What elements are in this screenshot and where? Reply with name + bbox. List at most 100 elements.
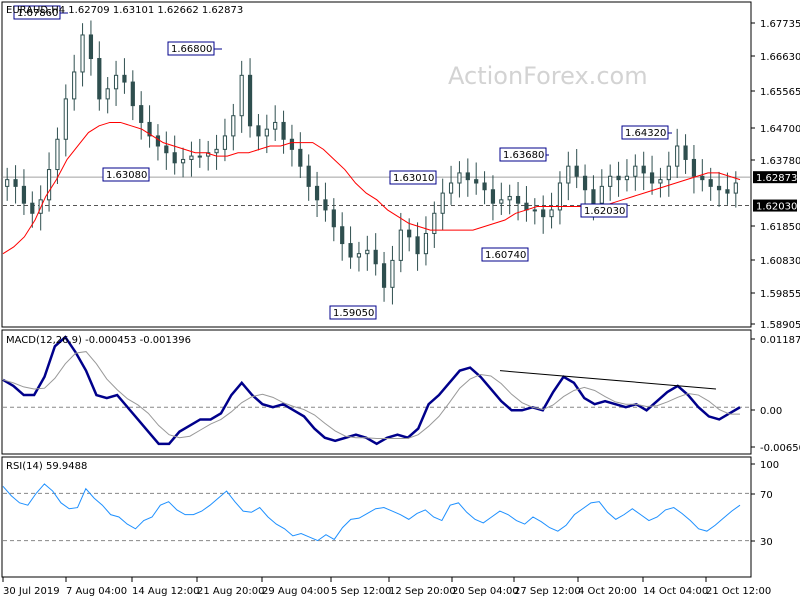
candle-body [666, 165, 671, 181]
swing-label-text: 1.63010 [393, 173, 434, 184]
candle-body [515, 195, 521, 204]
candle-body [490, 189, 496, 204]
candle-body [407, 229, 412, 238]
candle-body [21, 185, 27, 204]
candle-body [549, 209, 554, 218]
candle-body [457, 172, 462, 184]
candle-body [214, 148, 219, 154]
candle-body [314, 185, 320, 201]
candle-body [390, 259, 395, 288]
candle-body [415, 236, 420, 255]
candle-body [566, 165, 571, 184]
candle-body [5, 179, 10, 187]
swing-label: 1.62030 [580, 203, 628, 218]
rsi-tick-label: 70 [760, 490, 773, 501]
x-tick-label: 14 Aug 12:00 [132, 586, 199, 597]
swing-label-text: 1.63080 [106, 170, 147, 181]
candle-body [222, 135, 228, 150]
rsi-line [2, 483, 741, 542]
candle-body [189, 155, 194, 160]
price-tick-label: 1.65565 [760, 87, 800, 98]
candle-body [465, 172, 470, 181]
candle-body [256, 125, 261, 137]
x-tick-label: 12 Sep 20:00 [389, 586, 456, 597]
x-tick-label: 14 Oct 04:00 [643, 586, 708, 597]
candle-body [683, 145, 688, 160]
candle-body [532, 209, 537, 212]
candle-body [356, 253, 362, 258]
swing-label: 1.64320 [621, 125, 669, 140]
candle-body [122, 74, 127, 83]
macd-layer [2, 335, 750, 446]
x-tick-label: 21 Aug 20:00 [197, 586, 264, 597]
candle-body [423, 232, 429, 255]
swing-label-text: 1.66800 [171, 44, 212, 55]
price-layer: 1.678601.668001.630801.590501.630101.607… [2, 5, 750, 320]
candle-body [323, 199, 328, 211]
x-tick-label: 29 Aug 04:00 [262, 586, 329, 597]
x-tick-label: 4 Oct 20:00 [578, 586, 637, 597]
macd-line [2, 335, 741, 446]
swing-label-text: 1.64320 [625, 128, 666, 139]
candle-body [80, 34, 85, 73]
price-tick-label: 1.58905 [760, 320, 800, 331]
price-tick-label: 1.64700 [760, 124, 800, 135]
macd-title: MACD(12,26,9) -0.000453 -0.001396 [6, 335, 191, 346]
candle-body [55, 138, 60, 171]
swing-label: 1.59050 [329, 305, 377, 320]
candle-body [72, 71, 77, 100]
price-tick-label: 1.61850 [760, 222, 800, 233]
candle-body [139, 105, 144, 123]
candle-body [524, 202, 529, 211]
candle-body [273, 121, 278, 130]
candle-body [398, 229, 403, 261]
candle-body [582, 175, 588, 191]
swing-label-text: 1.60740 [485, 250, 526, 261]
price-panel[interactable] [1, 1, 752, 328]
candle-body [306, 165, 311, 187]
candle-body [281, 121, 286, 140]
price-tick-label: 1.59855 [760, 289, 800, 300]
candle-body [88, 34, 94, 60]
macd-tick-label: -0.006502 [760, 443, 800, 454]
swing-label: 1.63010 [389, 170, 437, 185]
candle-body [348, 243, 353, 258]
candle-body [574, 165, 579, 177]
rsi-title: RSI(14) 59.9488 [6, 461, 87, 472]
candle-body [658, 179, 663, 184]
candle-body [197, 155, 202, 158]
x-tick-label: 21 Oct 12:00 [706, 586, 771, 597]
candle-body [507, 195, 512, 201]
candle-body [46, 169, 52, 201]
swing-label: 1.63680 [499, 147, 547, 162]
watermark: ActionForex.com [448, 62, 648, 90]
candle-body [474, 179, 479, 184]
candle-body [716, 185, 722, 191]
price-tag-text: 1.62873 [756, 173, 797, 184]
rsi-panel[interactable] [1, 456, 752, 578]
x-tick-label: 7 Aug 04:00 [66, 586, 127, 597]
candle-body [97, 58, 102, 100]
price-tag: 1.62873 [753, 171, 797, 184]
candle-body [365, 249, 370, 255]
rsi-tick-label: 100 [760, 460, 779, 471]
candle-body [113, 74, 119, 90]
candle-body [63, 98, 68, 140]
candle-body [541, 209, 546, 218]
candle-body [130, 81, 135, 107]
candle-body [264, 128, 269, 137]
swing-label: 1.63080 [102, 167, 150, 182]
candle-body [13, 179, 18, 187]
price-tick-label: 1.60830 [760, 256, 800, 267]
moving-average-line [2, 121, 741, 255]
macd-panel[interactable] [1, 329, 752, 455]
candle-body [155, 135, 161, 147]
candle-body [624, 175, 630, 181]
swing-label: 1.60740 [481, 247, 529, 262]
candle-body [373, 249, 378, 265]
macd-tick-label: 0.01187 [760, 335, 800, 346]
x-tick-label: 5 Sep 12:00 [331, 586, 391, 597]
candle-body [725, 189, 730, 194]
candle-body [708, 179, 713, 187]
price-tag-text: 1.62030 [756, 202, 797, 213]
